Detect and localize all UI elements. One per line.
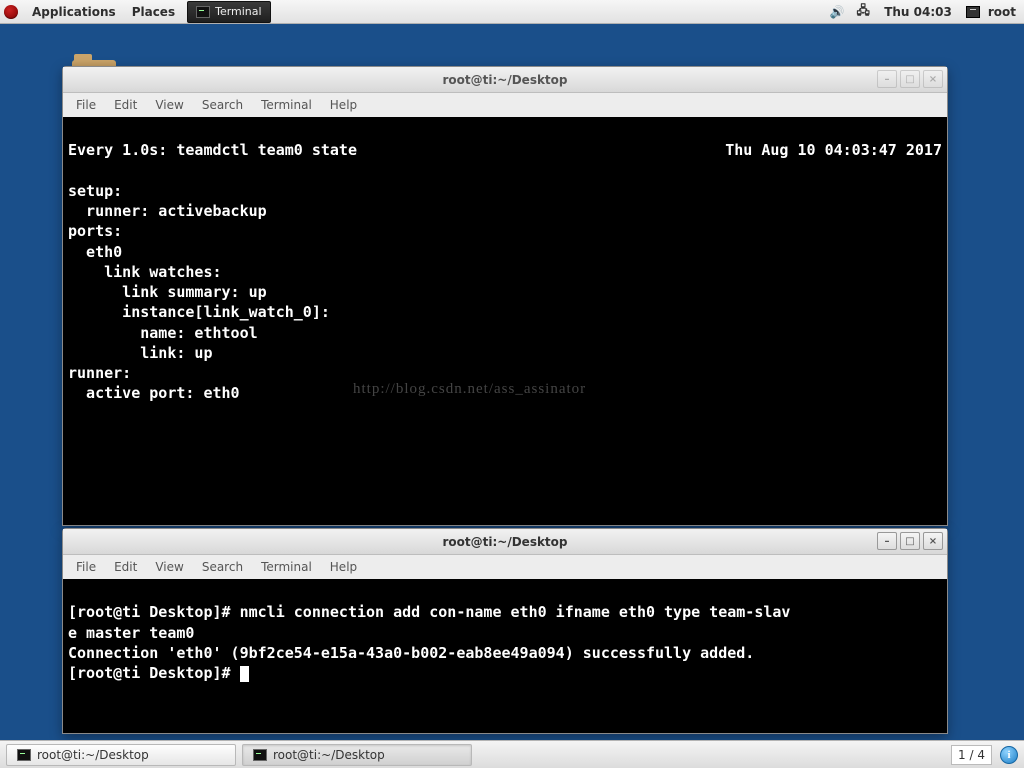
terminal-window-watch: root@ti:~/Desktop – □ × File Edit View S… bbox=[62, 66, 948, 526]
term-line: e master team0 bbox=[68, 624, 194, 642]
term-line: name: ethtool bbox=[68, 324, 258, 342]
taskbar-label: root@ti:~/Desktop bbox=[37, 748, 149, 762]
term-line: [root@ti Desktop]# bbox=[68, 664, 240, 682]
terminal-output[interactable]: [root@ti Desktop]# nmcli connection add … bbox=[63, 579, 947, 733]
window-title: root@ti:~/Desktop bbox=[442, 535, 567, 549]
menu-edit[interactable]: Edit bbox=[105, 557, 146, 577]
term-line: link summary: up bbox=[68, 283, 267, 301]
terminal-icon bbox=[196, 6, 210, 18]
watch-timestamp: Thu Aug 10 04:03:47 2017 bbox=[725, 140, 942, 160]
top-panel: Applications Places Terminal Thu 04:03 r… bbox=[0, 0, 1024, 24]
term-line: eth0 bbox=[68, 243, 122, 261]
minimize-button[interactable]: – bbox=[877, 532, 897, 550]
term-line: runner: activebackup bbox=[68, 202, 267, 220]
terminal-output[interactable]: Every 1.0s: teamdctl team0 state Thu Aug … bbox=[63, 117, 947, 525]
term-line: [root@ti Desktop]# nmcli connection add … bbox=[68, 603, 790, 621]
menu-file[interactable]: File bbox=[67, 557, 105, 577]
term-line: setup: bbox=[68, 182, 122, 200]
taskbar-entry-2[interactable]: root@ti:~/Desktop bbox=[242, 744, 472, 766]
workspace-indicator[interactable]: 1 / 4 bbox=[951, 745, 992, 765]
taskbar-entry-1[interactable]: root@ti:~/Desktop bbox=[6, 744, 236, 766]
menubar: File Edit View Search Terminal Help bbox=[63, 93, 947, 117]
running-app-label: Terminal bbox=[215, 5, 262, 18]
term-line: instance[link_watch_0]: bbox=[68, 303, 330, 321]
user-menu[interactable]: root bbox=[980, 0, 1024, 24]
titlebar[interactable]: root@ti:~/Desktop – □ × bbox=[63, 529, 947, 555]
menu-search[interactable]: Search bbox=[193, 557, 252, 577]
menu-help[interactable]: Help bbox=[321, 95, 366, 115]
terminal-window-nmcli: root@ti:~/Desktop – □ × File Edit View S… bbox=[62, 528, 948, 734]
watermark: http://blog.csdn.net/ass_assinator bbox=[353, 379, 586, 399]
watch-command: Every 1.0s: teamdctl team0 state bbox=[68, 140, 357, 160]
network-icon[interactable] bbox=[855, 4, 871, 20]
close-button[interactable]: × bbox=[923, 70, 943, 88]
user-menu-icon[interactable] bbox=[966, 6, 980, 18]
terminal-icon bbox=[253, 749, 267, 761]
applications-menu[interactable]: Applications bbox=[24, 0, 124, 24]
menu-terminal[interactable]: Terminal bbox=[252, 95, 321, 115]
info-icon[interactable]: i bbox=[1000, 746, 1018, 764]
term-line: link: up bbox=[68, 344, 213, 362]
minimize-button[interactable]: – bbox=[877, 70, 897, 88]
term-line: Connection 'eth0' (9bf2ce54-e15a-43a0-b0… bbox=[68, 644, 754, 662]
close-button[interactable]: × bbox=[923, 532, 943, 550]
volume-icon[interactable] bbox=[829, 4, 845, 20]
clock[interactable]: Thu 04:03 bbox=[876, 5, 960, 19]
places-menu[interactable]: Places bbox=[124, 0, 183, 24]
menu-search[interactable]: Search bbox=[193, 95, 252, 115]
menu-edit[interactable]: Edit bbox=[105, 95, 146, 115]
menu-view[interactable]: View bbox=[146, 95, 192, 115]
menu-help[interactable]: Help bbox=[321, 557, 366, 577]
running-app-terminal[interactable]: Terminal bbox=[187, 1, 271, 23]
menu-terminal[interactable]: Terminal bbox=[252, 557, 321, 577]
taskbar-label: root@ti:~/Desktop bbox=[273, 748, 385, 762]
menubar: File Edit View Search Terminal Help bbox=[63, 555, 947, 579]
cursor bbox=[240, 666, 249, 682]
term-line: runner: bbox=[68, 364, 131, 382]
titlebar[interactable]: root@ti:~/Desktop – □ × bbox=[63, 67, 947, 93]
menu-file[interactable]: File bbox=[67, 95, 105, 115]
maximize-button[interactable]: □ bbox=[900, 532, 920, 550]
window-title: root@ti:~/Desktop bbox=[442, 73, 567, 87]
menu-view[interactable]: View bbox=[146, 557, 192, 577]
distro-logo-icon bbox=[4, 5, 18, 19]
bottom-panel: root@ti:~/Desktop root@ti:~/Desktop 1 / … bbox=[0, 740, 1024, 768]
term-line: link watches: bbox=[68, 263, 222, 281]
term-line: ports: bbox=[68, 222, 122, 240]
maximize-button[interactable]: □ bbox=[900, 70, 920, 88]
terminal-icon bbox=[17, 749, 31, 761]
term-line: active port: eth0 bbox=[68, 384, 240, 402]
